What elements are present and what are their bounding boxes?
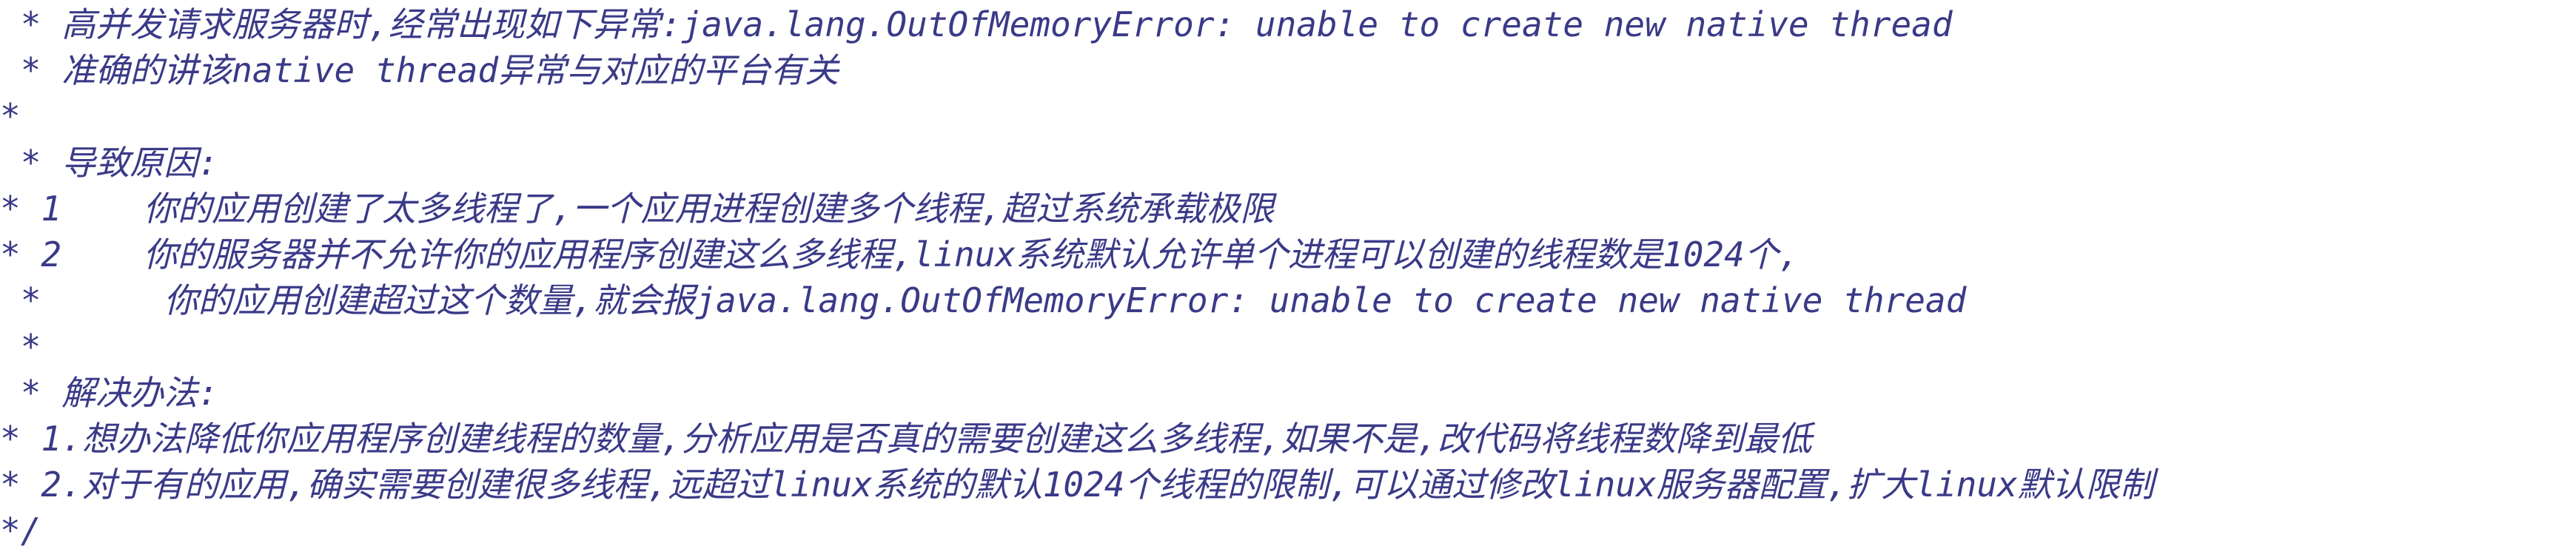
comment-line-9: * 解决办法:	[0, 373, 218, 413]
comment-line-11: * 2.对于有的应用,确实需要创建很多线程,远超过linux系统的默认1024个…	[0, 465, 2154, 505]
comment-line-7: * 你的应用创建超过这个数量,就会报java.lang.OutOfMemoryE…	[0, 280, 1967, 320]
code-editor[interactable]: * 高并发请求服务器时,经常出现如下异常:java.lang.OutOfMemo…	[0, 0, 2576, 560]
comment-line-4: * 导致原因:	[0, 143, 218, 183]
comment-line-6: * 2 你的服务器并不允许你的应用程序创建这么多线程,linux系统默认允许单个…	[0, 235, 1799, 274]
comment-line-8: *	[0, 327, 41, 367]
comment-line-2: * 准确的讲该native thread异常与对应的平台有关	[0, 50, 839, 90]
comment-line-5: * 1 你的应用创建了太多线程了,一个应用进程创建多个线程,超过系统承载极限	[0, 189, 1275, 229]
comment-line-10: * 1.想办法降低你应用程序创建线程的数量,分析应用是否真的需要创建这么多线程,…	[0, 419, 1812, 459]
comment-line-1: * 高并发请求服务器时,经常出现如下异常:java.lang.OutOfMemo…	[0, 4, 1953, 44]
comment-line-12: */	[0, 510, 41, 550]
comment-line-3: *	[0, 96, 21, 136]
